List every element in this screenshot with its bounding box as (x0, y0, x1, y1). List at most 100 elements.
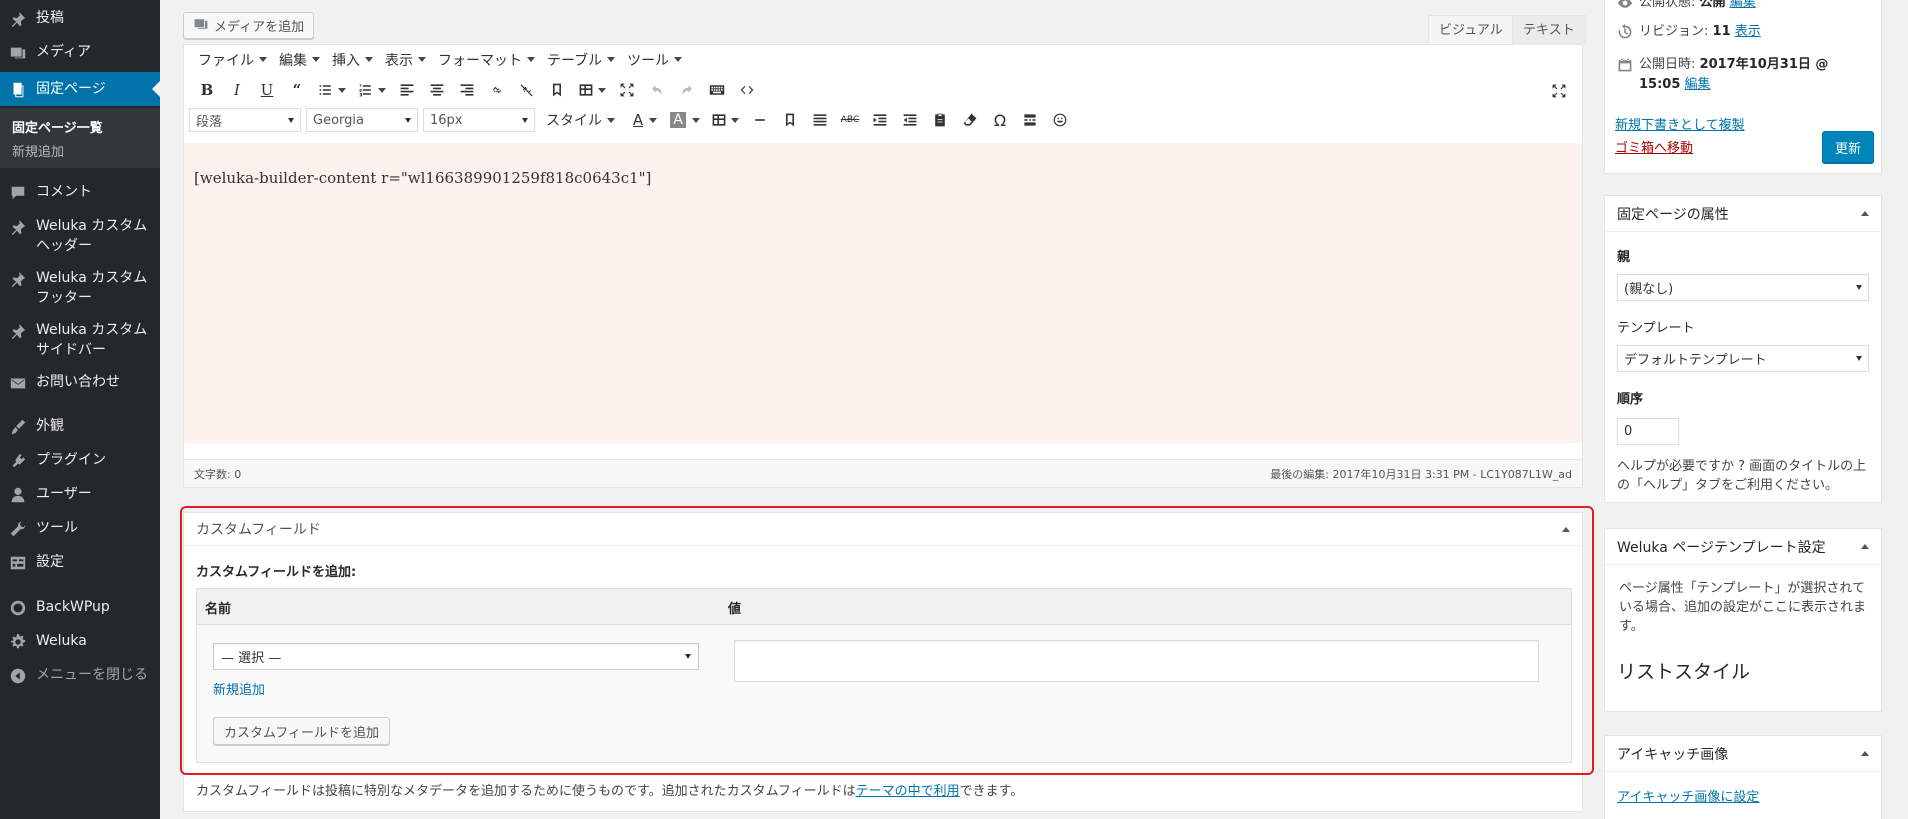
bold-icon[interactable]: B (192, 77, 222, 103)
outdent-icon[interactable] (895, 107, 925, 133)
align-left-icon[interactable] (392, 77, 422, 103)
code-icon[interactable] (732, 77, 762, 103)
sidebar-item-settings[interactable]: 設定 (0, 552, 160, 572)
align-center-icon[interactable] (422, 77, 452, 103)
underline-icon[interactable]: U (252, 77, 282, 103)
sidebar-item-users[interactable]: ユーザー (0, 484, 160, 504)
custom-field-new-link[interactable]: 新規追加 (213, 679, 265, 698)
indent-icon[interactable] (865, 107, 895, 133)
blockquote-icon[interactable]: “ (282, 77, 312, 103)
mail-icon (0, 372, 36, 392)
bookmark-icon[interactable] (542, 77, 572, 103)
sidebar-item-weluka-sidebar[interactable]: Weluka カスタムサイドバー (0, 320, 160, 360)
strikethrough-icon[interactable]: ABC (835, 107, 865, 133)
post-editor: ファイル 編集 挿入 表示 フォーマット テーブル ツール B I U “ 段落… (183, 44, 1583, 488)
style-dropdown[interactable]: スタイル (540, 110, 621, 130)
revisions-view-link[interactable]: 表示 (1735, 24, 1761, 39)
sidebar-item-appearance[interactable]: 外観 (0, 416, 160, 436)
active-arrow (152, 81, 160, 97)
link-icon[interactable] (482, 77, 512, 103)
revision-row: リビジョン: 11 表示 (1617, 22, 1761, 47)
add-media-button[interactable]: メディアを追加 (183, 12, 315, 39)
menu-edit[interactable]: 編集 (273, 50, 326, 70)
submenu-item-all-pages[interactable]: 固定ページ一覧 (12, 117, 103, 136)
background-color-icon[interactable]: A (665, 107, 705, 133)
bookmark-icon[interactable] (775, 107, 805, 133)
sidebar-item-contact[interactable]: お問い合わせ (0, 372, 160, 392)
order-input[interactable]: 0 (1617, 418, 1679, 445)
menu-format[interactable]: フォーマット (432, 50, 541, 70)
comment-icon (0, 182, 36, 202)
sidebar-item-weluka-footer[interactable]: Weluka カスタムフッター (0, 268, 160, 308)
menu-file[interactable]: ファイル (192, 50, 273, 70)
editor-toolbar-2: 段落 Georgia 16px スタイル A A ABC Ω (184, 105, 1582, 135)
horizontal-line-icon[interactable] (745, 107, 775, 133)
parent-label: 親 (1617, 250, 1631, 265)
sidebar-item-tools[interactable]: ツール (0, 518, 160, 538)
sidebar-item-weluka-header[interactable]: Weluka カスタムヘッダー (0, 216, 160, 256)
clear-format-icon[interactable] (955, 107, 985, 133)
duplicate-draft-link[interactable]: 新規下書きとして複製 (1615, 114, 1745, 133)
page-attributes-header[interactable]: 固定ページの属性 (1605, 196, 1881, 232)
numbered-list-icon[interactable] (352, 77, 392, 103)
update-button[interactable]: 更新 (1822, 131, 1874, 163)
set-featured-image-link[interactable]: アイキャッチ画像に設定 (1617, 786, 1759, 805)
trash-link[interactable]: ゴミ箱へ移動 (1615, 137, 1693, 156)
custom-field-value-textarea[interactable] (734, 640, 1539, 682)
paste-icon[interactable] (925, 107, 955, 133)
page-break-icon[interactable] (1015, 107, 1045, 133)
text-color-icon[interactable]: A (625, 107, 665, 133)
align-right-icon[interactable] (452, 77, 482, 103)
parent-select[interactable]: (親なし) (1617, 274, 1869, 301)
custom-field-name-select[interactable]: — 選択 — (213, 643, 699, 670)
unlink-icon[interactable] (512, 77, 542, 103)
sidebar-item-media[interactable]: メディア (0, 42, 160, 62)
add-custom-field-button[interactable]: カスタムフィールドを追加 (213, 717, 390, 745)
sidebar-item-comments[interactable]: コメント (0, 182, 160, 202)
menu-insert[interactable]: 挿入 (326, 50, 379, 70)
chevron-up-icon[interactable] (1861, 211, 1869, 216)
sidebar-item-weluka[interactable]: Weluka (0, 631, 160, 651)
weluka-template-header[interactable]: Weluka ページテンプレート設定 (1605, 529, 1881, 565)
format-select[interactable]: 段落 (189, 108, 301, 132)
pin-icon (0, 268, 36, 288)
editor-content[interactable]: [weluka-builder-content r="wl16638990125… (184, 143, 1582, 443)
emoji-icon[interactable] (1045, 107, 1075, 133)
bullet-list-icon[interactable] (312, 77, 352, 103)
font-size-select[interactable]: 16px (423, 108, 535, 132)
sidebar-collapse-menu[interactable]: メニューを閉じる (0, 665, 160, 685)
sidebar-item-plugins[interactable]: プラグイン (0, 450, 160, 470)
wrench-icon (0, 518, 36, 538)
menu-view[interactable]: 表示 (379, 50, 432, 70)
custom-fields-add-title: カスタムフィールドを追加: (196, 565, 357, 580)
chevron-up-icon[interactable] (1861, 544, 1869, 549)
sidebar-item-pages[interactable]: 固定ページ (0, 72, 160, 106)
featured-image-header[interactable]: アイキャッチ画像 (1605, 736, 1881, 772)
editor-menubar: ファイル 編集 挿入 表示 フォーマット テーブル ツール (184, 45, 1582, 74)
tab-text[interactable]: テキスト (1512, 15, 1586, 44)
keyboard-icon[interactable] (702, 77, 732, 103)
template-select[interactable]: デフォルトテンプレート (1617, 345, 1869, 372)
fullscreen-icon[interactable] (1544, 78, 1574, 104)
submenu-item-add-new[interactable]: 新規追加 (12, 141, 64, 160)
expand-icon[interactable] (612, 77, 642, 103)
menu-tools[interactable]: ツール (621, 50, 688, 70)
date-edit-link[interactable]: 編集 (1685, 77, 1711, 92)
italic-icon[interactable]: I (222, 77, 252, 103)
status-edit-link[interactable]: 編集 (1730, 0, 1756, 10)
chevron-up-icon[interactable] (1562, 526, 1570, 532)
custom-fields-header[interactable]: カスタムフィールド (184, 513, 1582, 546)
omega-icon[interactable]: Ω (985, 107, 1015, 133)
sidebar-item-posts[interactable]: 投稿 (0, 8, 160, 28)
table-icon[interactable] (705, 107, 745, 133)
undo-icon[interactable] (642, 77, 672, 103)
chevron-up-icon[interactable] (1861, 751, 1869, 756)
tab-visual[interactable]: ビジュアル (1428, 15, 1514, 44)
table-icon[interactable] (572, 77, 612, 103)
font-family-select[interactable]: Georgia (306, 108, 418, 132)
menu-table[interactable]: テーブル (541, 50, 621, 70)
redo-icon[interactable] (672, 77, 702, 103)
justify-icon[interactable] (805, 107, 835, 133)
theme-usage-link[interactable]: テーマの中で利用 (856, 784, 960, 799)
sidebar-item-backwpup[interactable]: BackWPup (0, 597, 160, 617)
